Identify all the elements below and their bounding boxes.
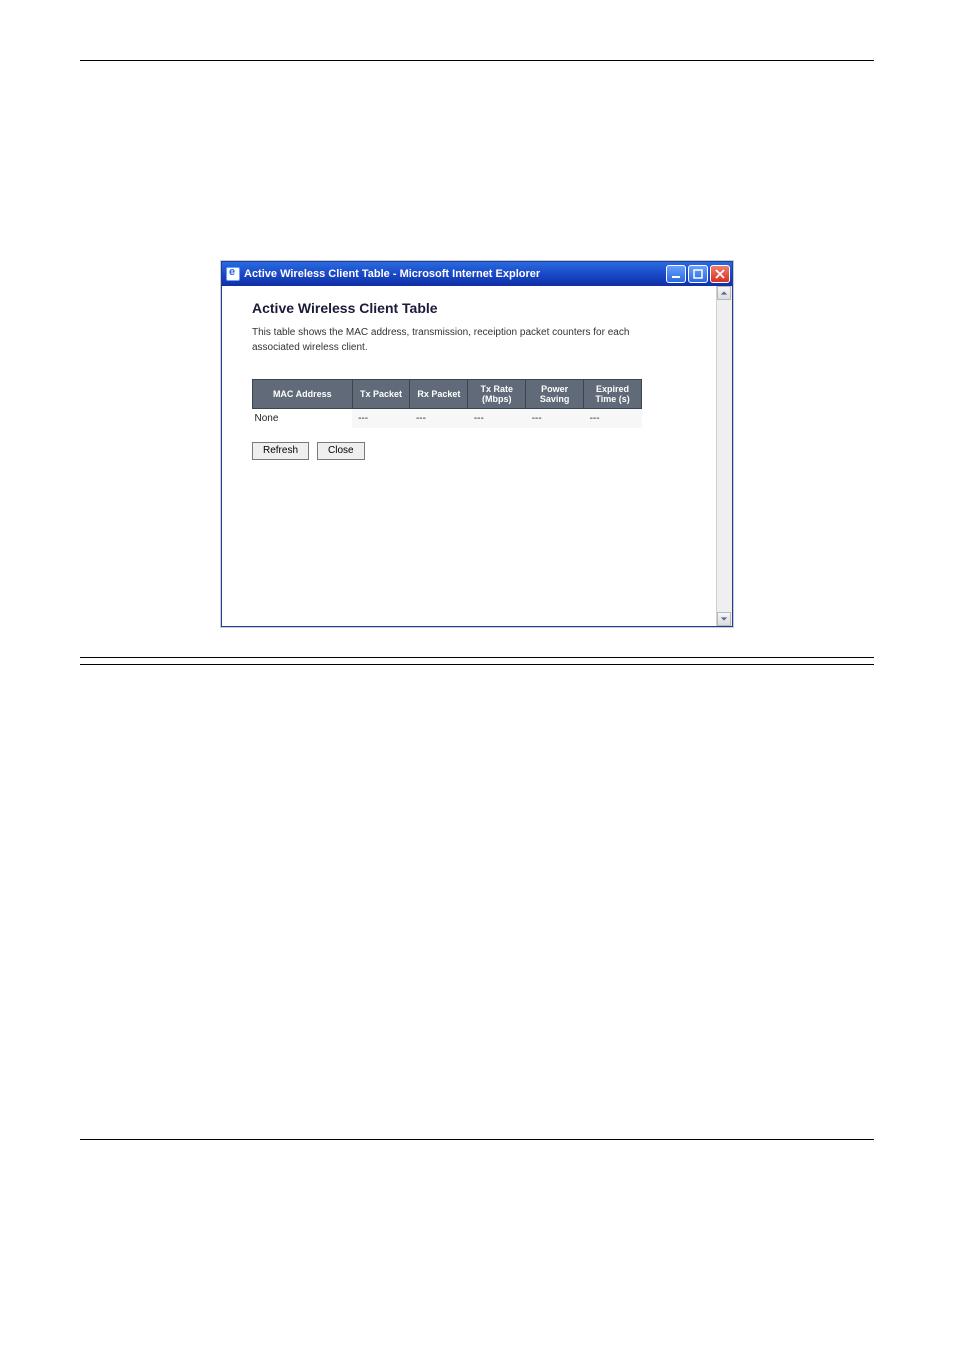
bottom-rule [80,1139,874,1140]
divider-rule-1 [80,657,874,658]
scroll-down-button[interactable] [717,612,731,626]
maximize-icon [693,269,703,279]
clients-table: MAC Address Tx Packet Rx Packet Tx Rate … [252,379,642,428]
ie-window: Active Wireless Client Table - Microsoft… [221,261,733,627]
screenshot-container: Active Wireless Client Table - Microsoft… [80,261,874,627]
minimize-icon [671,269,681,279]
button-row: Refresh Close [252,442,690,460]
scroll-up-button[interactable] [717,286,731,300]
top-rule [80,60,874,61]
chevron-down-icon [720,615,728,623]
refresh-button[interactable]: Refresh [252,442,309,460]
chevron-up-icon [720,289,728,297]
panel-description: This table shows the MAC address, transm… [252,326,652,355]
page-document: Active Wireless Client Table - Microsoft… [0,0,954,1350]
scrollbar[interactable] [716,286,732,626]
blank-space [80,665,874,1045]
ie-icon [226,267,240,281]
cell-rate: --- [468,409,526,429]
table-row: None --- --- --- --- --- [253,409,642,429]
close-button[interactable]: Close [317,442,365,460]
th-tx: Tx Packet [352,380,410,409]
th-power: Power Saving [526,380,584,409]
ie-content: Active Wireless Client Table This table … [222,286,716,626]
cell-tx: --- [352,409,410,429]
cell-power: --- [526,409,584,429]
cell-mac: None [253,409,353,429]
cell-exp: --- [584,409,642,429]
panel-title: Active Wireless Client Table [252,300,690,316]
close-window-button[interactable] [710,265,730,283]
close-icon [715,269,725,279]
window-buttons [666,265,730,283]
window-title: Active Wireless Client Table - Microsoft… [244,268,666,280]
th-rx: Rx Packet [410,380,468,409]
minimize-button[interactable] [666,265,686,283]
window-titlebar: Active Wireless Client Table - Microsoft… [222,262,732,286]
maximize-button[interactable] [688,265,708,283]
th-exp: Expired Time (s) [584,380,642,409]
th-rate: Tx Rate (Mbps) [468,380,526,409]
th-mac: MAC Address [253,380,353,409]
ie-body: Active Wireless Client Table This table … [222,286,732,626]
cell-rx: --- [410,409,468,429]
table-header-row: MAC Address Tx Packet Rx Packet Tx Rate … [253,380,642,409]
